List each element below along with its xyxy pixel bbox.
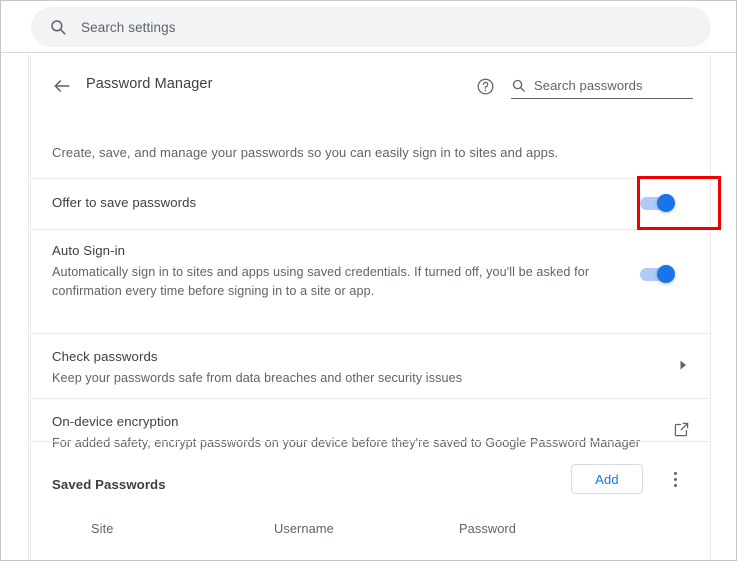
- saved-passwords-title: Saved Passwords: [52, 477, 166, 492]
- left-rail: [1, 54, 29, 560]
- row-subtitle: For added safety, encrypt passwords on y…: [52, 436, 641, 450]
- add-password-button[interactable]: Add: [571, 464, 643, 494]
- row-title: On-device encryption: [52, 414, 179, 429]
- search-passwords-placeholder: Search passwords: [534, 78, 643, 93]
- divider: [31, 441, 710, 442]
- kebab-dot: [673, 471, 677, 475]
- row-subtitle: Automatically sign in to sites and apps …: [52, 265, 590, 298]
- kebab-dot: [673, 477, 677, 481]
- page-title: Password Manager: [86, 76, 213, 92]
- search-settings-placeholder: Search settings: [81, 19, 176, 35]
- back-arrow-icon[interactable]: [49, 73, 75, 99]
- search-icon: [49, 18, 67, 36]
- row-subtitle: Keep your passwords safe from data breac…: [52, 371, 463, 385]
- password-manager-card: Password Manager Search passwords Create…: [30, 55, 711, 560]
- row-check-passwords[interactable]: Check passwords Keep your passwords safe…: [31, 333, 710, 398]
- saved-passwords-table-header: Site Username Password: [31, 515, 710, 549]
- row-title: Check passwords: [52, 349, 158, 364]
- chevron-right-glyph: [680, 360, 686, 370]
- external-link-icon[interactable]: [670, 418, 692, 440]
- row-on-device-encryption[interactable]: On-device encryption For added safety, e…: [31, 398, 710, 463]
- chevron-right-icon[interactable]: [673, 355, 693, 375]
- search-settings-input[interactable]: Search settings: [31, 7, 711, 47]
- search-icon: [511, 78, 526, 93]
- column-header-username: Username: [274, 521, 334, 536]
- row-auto-sign-in[interactable]: Auto Sign-in Automatically sign in to si…: [31, 229, 710, 333]
- row-title: Offer to save passwords: [52, 195, 197, 210]
- page-description: Create, save, and manage your passwords …: [52, 145, 559, 160]
- toggle-offer-to-save-passwords[interactable]: [640, 194, 676, 212]
- column-header-site: Site: [91, 521, 114, 536]
- help-circle-icon[interactable]: [473, 74, 497, 98]
- card-header: Password Manager Search passwords: [31, 55, 710, 117]
- top-search-bar: Search settings: [1, 1, 736, 53]
- row-offer-to-save-passwords[interactable]: Offer to save passwords: [31, 178, 710, 229]
- toggle-auto-sign-in[interactable]: [640, 265, 676, 283]
- toggle-knob: [657, 265, 675, 283]
- column-header-password: Password: [459, 521, 516, 536]
- kebab-dot: [673, 483, 677, 487]
- kebab-menu-icon[interactable]: [663, 467, 687, 491]
- settings-window: Search settings Password Manager Search …: [0, 0, 737, 561]
- toggle-knob: [657, 194, 675, 212]
- row-title: Auto Sign-in: [52, 243, 126, 258]
- search-passwords-input[interactable]: Search passwords: [511, 73, 693, 99]
